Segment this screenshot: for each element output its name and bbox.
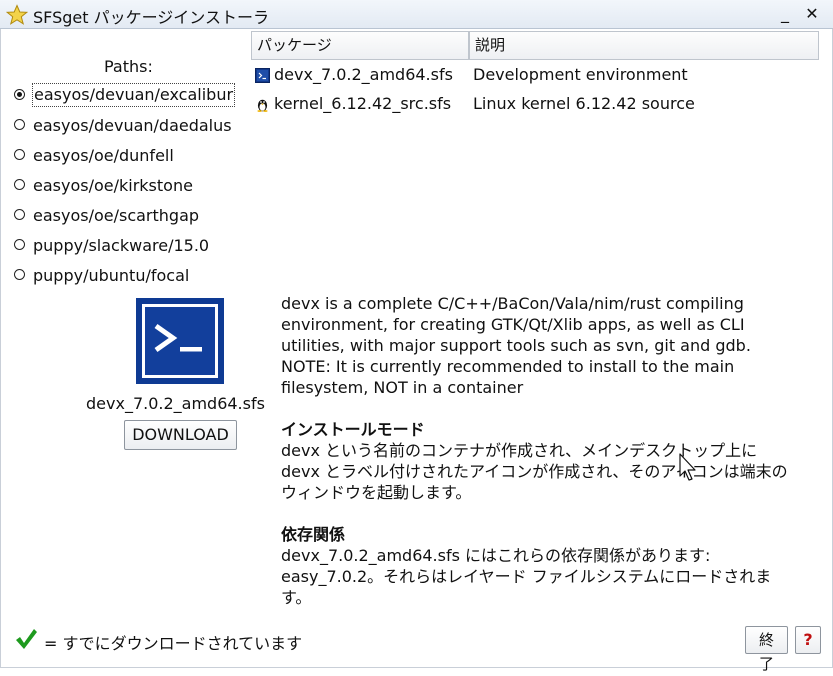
path-option-easyos-oe-dunfell[interactable]: easyos/oe/dunfell <box>14 143 246 169</box>
dependencies-line: easy_7.0.2。それらはレイヤード ファイルシステムにロードされま <box>281 567 772 586</box>
path-option-easyos-devuan-excalibur[interactable]: easyos/devuan/excalibur <box>14 83 246 109</box>
path-option-label: easyos/oe/dunfell <box>33 146 174 165</box>
star-icon <box>6 4 28 25</box>
tux-icon <box>257 99 268 112</box>
column-header-description[interactable]: 説明 <box>469 31 819 60</box>
package-description: Development environment <box>473 65 688 84</box>
path-option-label: easyos/oe/scarthgap <box>33 206 200 225</box>
path-option-label: easyos/devuan/daedalus <box>33 116 232 135</box>
description-line: devx is a complete C/C++/BaCon/Vala/nim/… <box>281 294 744 313</box>
install-mode-line: ウィンドウを起動します。 <box>281 483 472 502</box>
selected-package-filename: devx_7.0.2_amd64.sfs <box>86 394 265 413</box>
description-line: environment, for creating GTK/Qt/Xlib ap… <box>281 315 745 334</box>
dependencies-heading: 依存関係 <box>281 525 346 544</box>
package-description: Linux kernel 6.12.42 source <box>473 94 695 113</box>
radio-icon[interactable] <box>14 149 25 160</box>
dependencies-line: devx_7.0.2_amd64.sfs にはこれらの依存関係があります: <box>281 546 711 565</box>
table-row[interactable]: kernel_6.12.42_src.sfs Linux kernel 6.12… <box>253 90 823 118</box>
download-button[interactable]: DOWNLOAD <box>124 420 237 450</box>
radio-selected-icon[interactable] <box>14 89 25 100</box>
window-title: SFSget パッケージインストーラ <box>33 8 269 27</box>
package-name: devx_7.0.2_amd64.sfs <box>274 65 453 84</box>
path-option-puppy-ubuntu-focal[interactable]: puppy/ubuntu/focal <box>14 263 246 289</box>
description-line: utilities, with major support tools such… <box>281 336 751 355</box>
path-option-easyos-devuan-daedalus[interactable]: easyos/devuan/daedalus <box>14 113 246 139</box>
path-option-label: puppy/slackware/15.0 <box>33 236 210 255</box>
path-option-label: puppy/ubuntu/focal <box>33 266 190 285</box>
help-icon: ? <box>803 630 813 649</box>
close-button[interactable]: ✕ <box>801 3 823 25</box>
install-mode-line: devx という名前のコンテナが作成され、メインデスクトップ上に <box>281 441 758 460</box>
description-line: NOTE: It is currently recommended to ins… <box>281 357 735 376</box>
package-name: kernel_6.12.42_src.sfs <box>274 94 452 113</box>
status-legend-text: = すでにダウンロードされています <box>44 634 303 653</box>
minimize-button[interactable]: _ <box>774 3 796 25</box>
terminal-icon <box>255 68 270 83</box>
paths-label: Paths: <box>104 57 153 76</box>
install-mode-line: devx とラベル付けされたアイコンが作成され、そのアイコンは端末の <box>281 462 788 481</box>
description-line: filesystem, NOT in a container <box>281 378 524 397</box>
terminal-icon <box>136 298 224 384</box>
radio-icon[interactable] <box>14 239 25 250</box>
table-row[interactable]: devx_7.0.2_amd64.sfs Development environ… <box>253 61 823 89</box>
help-button[interactable]: ? <box>795 626 821 654</box>
column-header-package[interactable]: パッケージ <box>251 31 469 60</box>
quit-button[interactable]: 終了 <box>745 626 788 673</box>
path-option-easyos-oe-scarthgap[interactable]: easyos/oe/scarthgap <box>14 203 246 229</box>
path-option-puppy-slackware-15[interactable]: puppy/slackware/15.0 <box>14 233 246 259</box>
install-mode-heading: インストールモード <box>281 420 425 439</box>
title-bar: SFSget パッケージインストーラ _ ✕ <box>0 0 833 29</box>
radio-icon[interactable] <box>14 179 25 190</box>
path-option-label: easyos/devuan/excalibur <box>32 83 236 107</box>
status-legend: = すでにダウンロードされています <box>14 626 414 654</box>
dependencies-line: す。 <box>281 588 312 607</box>
path-option-easyos-oe-kirkstone[interactable]: easyos/oe/kirkstone <box>14 173 246 199</box>
package-description-panel: devx is a complete C/C++/BaCon/Vala/nim/… <box>281 293 826 608</box>
checkmark-icon <box>16 629 37 649</box>
radio-icon[interactable] <box>14 209 25 220</box>
radio-icon[interactable] <box>14 269 25 280</box>
radio-icon[interactable] <box>14 119 25 130</box>
mouse-cursor-icon <box>679 453 696 481</box>
path-option-label: easyos/oe/kirkstone <box>33 176 193 195</box>
